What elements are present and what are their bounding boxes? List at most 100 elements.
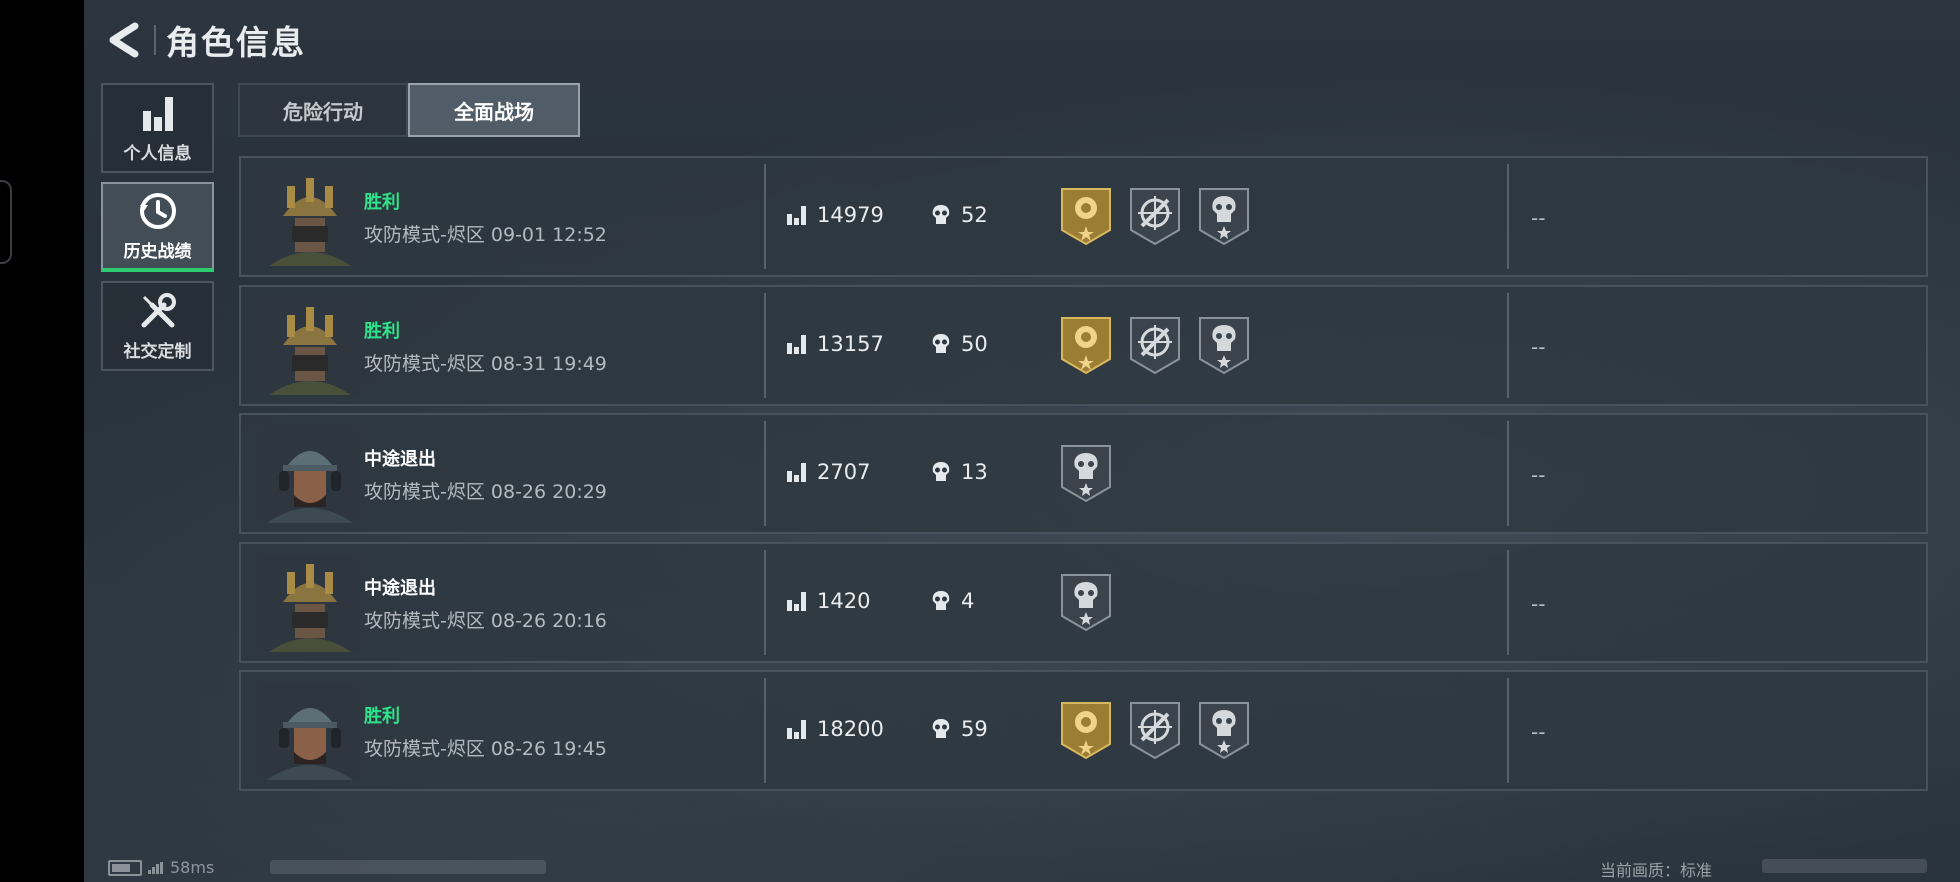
tools-icon [138,291,178,331]
crosshair-medal-icon[interactable] [1128,700,1182,760]
score-bar-icon [787,591,806,611]
skull-icon [932,590,950,610]
back-button[interactable] [104,18,140,62]
row-divider [764,292,766,398]
skull-icon [932,205,950,224]
match-extra-info: -- [1531,463,1546,487]
kills-stat: 50 [931,332,988,356]
match-extra-info: -- [1531,591,1546,616]
row-divider [764,549,766,655]
match-mode-time: 攻防模式-烬区 08-26 20:16 [364,609,607,632]
match-row[interactable]: 胜利 攻防模式-烬区 08-26 19:45 18200 59 -- [239,670,1928,791]
match-row[interactable]: 中途退出 攻防模式-烬区 08-26 20:16 1420 4 -- [239,541,1928,663]
score-value: 14979 [817,203,884,227]
history-clock-icon [138,191,178,231]
nav-item-personal-info[interactable]: 个人信息 [101,83,214,173]
operator-avatar [261,425,359,523]
nav-item-match-history[interactable]: 历史战绩 [101,182,214,272]
operator-avatar [261,553,359,652]
skull-icon [932,333,950,353]
match-extra-info: -- [1531,334,1546,359]
skull-icon [932,719,950,738]
score-bar-icon [787,463,806,482]
match-mode-time: 攻防模式-烬区 08-26 19:45 [364,738,607,760]
kills-stat: 4 [931,589,974,613]
graphics-quality: 当前画质：标准 [1600,861,1713,880]
kills-value: 13 [961,460,988,484]
score-stat: 18200 [787,717,884,741]
nav-label: 社交定制 [123,341,192,362]
row-divider [764,421,766,526]
match-result: 胜利 [364,706,400,727]
match-mode-time: 攻防模式-烬区 08-31 19:49 [364,352,607,375]
side-edge-handle [0,180,12,264]
header-divider [154,25,156,55]
kills-value: 4 [961,588,975,613]
score-stat: 14979 [787,203,884,227]
back-arrow-icon [109,22,139,58]
kills-stat: 52 [931,203,988,227]
kills-value: 50 [961,331,988,356]
gold-rose-medal-icon[interactable] [1059,186,1113,246]
status-bar-left: 58ms [108,858,214,877]
medal-list [1059,572,1128,632]
skull-medal-icon[interactable] [1059,572,1113,632]
row-divider [1507,292,1509,398]
match-row[interactable]: 中途退出 攻防模式-烬区 08-26 20:29 2707 13 -- [239,413,1928,534]
match-result: 胜利 [364,192,400,213]
kills-stat: 13 [931,460,988,484]
row-divider [1507,421,1509,526]
crosshair-medal-icon[interactable] [1128,315,1182,375]
kills-value: 59 [961,717,988,741]
score-value: 18200 [817,717,884,741]
page-header: 角色信息 [104,18,306,62]
skull-medal-icon[interactable] [1197,700,1251,760]
screen-left-bezel [0,0,84,882]
signal-icon [148,861,164,874]
match-result: 胜利 [364,320,400,342]
page-title: 角色信息 [166,23,306,62]
operator-avatar [261,296,359,395]
nav-label: 个人信息 [123,143,192,164]
score-value: 1420 [817,588,871,613]
ping-value: 58ms [170,858,215,877]
match-mode-time: 攻防模式-烬区 08-26 20:29 [364,481,607,503]
gold-rose-medal-icon[interactable] [1059,315,1113,375]
match-result: 中途退出 [364,449,436,470]
side-nav: 个人信息 历史战绩 社交定制 [101,83,214,380]
row-divider [764,164,766,269]
medal-list [1059,186,1266,246]
row-divider [1507,678,1509,783]
redacted-text [270,860,546,874]
match-extra-info: -- [1531,720,1546,744]
nav-item-social-custom[interactable]: 社交定制 [101,281,214,371]
gold-rose-medal-icon[interactable] [1059,700,1113,760]
battery-icon [108,859,142,876]
redacted-text [1762,859,1927,873]
score-bar-icon [787,720,806,739]
crosshair-medal-icon[interactable] [1128,186,1182,246]
skull-icon [932,462,950,481]
match-row[interactable]: 胜利 攻防模式-烬区 08-31 19:49 13157 50 -- [239,284,1928,406]
match-result: 中途退出 [364,577,436,599]
match-extra-info: -- [1531,206,1546,230]
match-row[interactable]: 胜利 攻防模式-烬区 09-01 12:52 14979 52 -- [239,156,1928,277]
match-history-list: 胜利 攻防模式-烬区 09-01 12:52 14979 52 -- 胜利 攻防… [239,156,1928,799]
medal-list [1059,315,1266,375]
skull-medal-icon[interactable] [1197,315,1251,375]
skull-medal-icon[interactable] [1059,443,1113,503]
tab-all-out-warfare[interactable]: 全面战场 [408,83,580,137]
medal-list [1059,443,1128,503]
kills-value: 52 [961,203,988,227]
score-bar-icon [787,206,806,225]
nav-label: 历史战绩 [123,241,192,262]
row-divider [764,678,766,783]
score-stat: 13157 [787,332,884,356]
skull-medal-icon[interactable] [1197,186,1251,246]
score-stat: 1420 [787,589,870,613]
operator-avatar [261,168,359,266]
operator-avatar [261,682,359,780]
bar-chart-icon [140,93,176,133]
tab-danger-ops[interactable]: 危险行动 [238,83,408,137]
row-divider [1507,164,1509,269]
